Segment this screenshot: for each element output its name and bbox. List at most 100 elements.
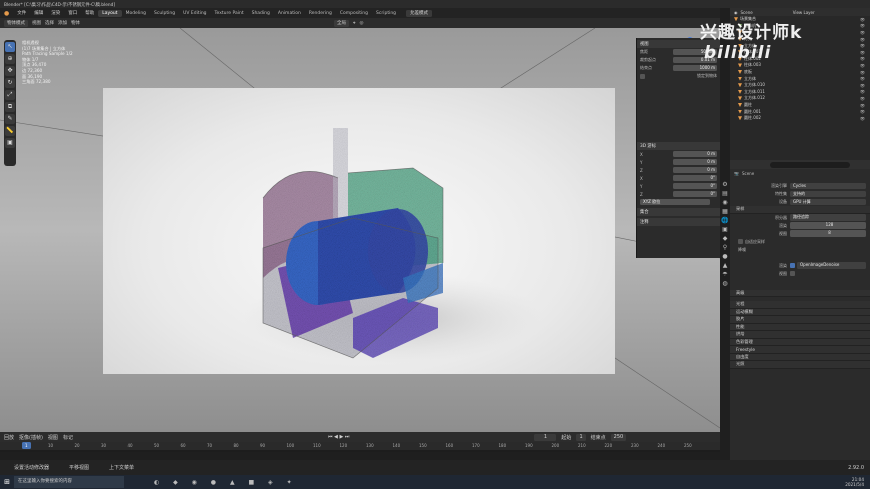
menu-edit[interactable]: 编辑 xyxy=(30,10,47,16)
tab-sculpting[interactable]: Sculpting xyxy=(150,10,179,17)
mode-dropdown[interactable]: 物体模式 xyxy=(4,19,28,27)
transform-orientation[interactable]: 全局 xyxy=(334,19,349,27)
outliner-item[interactable]: 立方体 👁 xyxy=(730,75,870,82)
section-advanced[interactable]: 高级 xyxy=(730,289,870,297)
cursor-x-field[interactable]: 0 m xyxy=(673,151,717,157)
visibility-icon[interactable]: 👁 xyxy=(860,103,865,108)
visibility-icon[interactable]: 👁 xyxy=(860,76,865,81)
timeline-view-menu[interactable]: 视图 xyxy=(48,434,58,441)
menu-window[interactable]: 窗口 xyxy=(64,10,81,16)
lock-checkbox[interactable] xyxy=(640,73,645,79)
menu-add[interactable]: 添加 xyxy=(58,20,67,26)
visibility-icon[interactable]: 👁 xyxy=(860,89,865,94)
property-section[interactable]: 烘焙 xyxy=(730,331,870,339)
cursor-ry-field[interactable]: 0° xyxy=(673,183,717,189)
timeline-keying-menu[interactable]: 抠像(插帧) xyxy=(19,434,43,441)
denoise-render-checkbox[interactable] xyxy=(790,263,795,268)
tab-compositing[interactable]: Compositing xyxy=(336,10,372,17)
visibility-icon[interactable]: 👁 xyxy=(860,96,865,101)
cursor-icon[interactable]: ⊕ xyxy=(5,54,15,64)
tab-scripting[interactable]: Scripting xyxy=(372,10,400,17)
render-tab-icon[interactable]: ⚙ ▤ ◉ ▦ 🌐 ▣ ◆ ⚲ ● ▲ ☂ ◍ xyxy=(720,180,730,288)
menu-file[interactable]: 文件 xyxy=(13,10,30,16)
start-frame-field[interactable]: 1 xyxy=(576,433,586,441)
rotate-icon[interactable]: ↻ xyxy=(5,78,15,88)
section-collections[interactable]: 集合 xyxy=(637,208,720,216)
annotate-icon[interactable]: ✎ xyxy=(5,114,15,124)
outliner-item[interactable]: 底板 👁 xyxy=(730,69,870,76)
visibility-icon[interactable]: 👁 xyxy=(860,109,865,114)
snap-icon[interactable]: ⌖ xyxy=(353,20,356,26)
cursor-y-field[interactable]: 0 m xyxy=(673,159,717,165)
taskbar-apps-icon[interactable]: ◐ ◆ ◉ ● ▲ ■ ◈ ✦ xyxy=(154,479,298,486)
denoise-view-checkbox[interactable] xyxy=(790,271,795,276)
property-section[interactable]: 光程 xyxy=(730,301,870,309)
rotation-mode-dropdown[interactable]: XYZ 欧拉 xyxy=(640,199,710,205)
visibility-icon[interactable]: 👁 xyxy=(860,70,865,75)
add-cube-icon[interactable]: ▣ xyxy=(5,138,15,148)
adaptive-checkbox[interactable] xyxy=(738,239,743,244)
cursor-z-field[interactable]: 0 m xyxy=(673,167,717,173)
end-frame-field[interactable]: 250 xyxy=(610,433,627,441)
property-section[interactable]: 自由度 xyxy=(730,353,870,361)
section-sampling[interactable]: 采样 xyxy=(730,206,870,214)
device-dropdown[interactable]: GPU 计算 xyxy=(790,198,866,206)
section-3d-cursor[interactable]: 3D 游标 xyxy=(637,142,720,150)
menu-view[interactable]: 视图 xyxy=(32,20,41,26)
render-samples-field[interactable]: 128 xyxy=(790,222,866,229)
tab-shading[interactable]: Shading xyxy=(248,10,274,17)
proportional-icon[interactable]: ◎ xyxy=(360,21,364,26)
move-icon[interactable]: ✥ xyxy=(5,66,15,76)
property-section[interactable]: Freestyle xyxy=(730,346,870,354)
timeline-playback-menu[interactable]: 回放 xyxy=(4,434,14,441)
property-section[interactable]: 胶片 xyxy=(730,316,870,324)
cursor-rx-field[interactable]: 0° xyxy=(673,175,717,181)
property-section[interactable]: 性能 xyxy=(730,323,870,331)
outliner-item[interactable]: 圆柱.001 👁 xyxy=(730,108,870,115)
outliner-item[interactable]: 圆柱.002 👁 xyxy=(730,115,870,122)
viewport-samples-field[interactable]: 8 xyxy=(790,230,866,237)
section-annotations[interactable]: 注释 xyxy=(637,218,720,226)
play-controls-icon[interactable]: ⏮ ◀ ▶ ⏭ xyxy=(328,434,349,440)
outliner-item[interactable]: 立方体.010 👁 xyxy=(730,82,870,89)
denoise-render-dropdown[interactable]: OpenImageDenoise xyxy=(797,262,866,269)
menu-render[interactable]: 渲染 xyxy=(47,10,64,16)
mode-badge[interactable]: 允差模式 xyxy=(406,9,433,17)
windows-start-icon[interactable]: ⊞ xyxy=(0,478,14,486)
property-section[interactable]: 光照 xyxy=(730,361,870,369)
property-section[interactable]: 色彩管理 xyxy=(730,338,870,346)
taskbar-search[interactable]: 在这里输入你要搜索的内容 xyxy=(14,476,124,488)
timeline-ruler[interactable]: 1 10 20 30 40 50 60 70 80 90 100 110 120 130 140 150 16… xyxy=(0,442,720,450)
visibility-icon[interactable]: 👁 xyxy=(860,63,865,68)
cursor-rz-field[interactable]: 0° xyxy=(673,191,717,197)
outliner-item[interactable]: 圆柱 👁 xyxy=(730,102,870,109)
tab-animation[interactable]: Animation xyxy=(274,10,305,17)
3d-viewport[interactable]: ↖ ⊕ ✥ ↻ ⤢ ⧉ ✎ 📏 ▣ 相机透视 (1)7 场景集合 | 立方体 P… xyxy=(0,28,720,432)
measure-icon[interactable]: 📏 xyxy=(5,126,15,136)
playhead[interactable]: 1 xyxy=(22,442,31,449)
property-section[interactable]: 运动模糊 xyxy=(730,308,870,316)
current-frame-field[interactable]: 1 xyxy=(534,433,557,441)
scene-selector[interactable]: Scene xyxy=(741,10,753,15)
transform-icon[interactable]: ⧉ xyxy=(5,102,15,112)
integrator-dropdown[interactable]: 路径追踪 xyxy=(790,214,866,221)
clip-end-field[interactable]: 1000 m xyxy=(673,65,717,71)
visibility-icon[interactable]: 👁 xyxy=(860,116,865,121)
tab-layout[interactable]: Layout xyxy=(98,9,122,17)
tab-texture-paint[interactable]: Texture Paint xyxy=(211,10,248,17)
outliner-item[interactable]: 柱体.003 👁 xyxy=(730,62,870,69)
tab-rendering[interactable]: Rendering xyxy=(305,10,336,17)
timeline-marker-menu[interactable]: 标记 xyxy=(63,434,73,441)
denoise-header[interactable]: 降噪 xyxy=(738,247,746,253)
select-box-icon[interactable]: ↖ xyxy=(5,42,15,52)
tab-uv-editing[interactable]: UV Editing xyxy=(179,10,210,17)
tab-modeling[interactable]: Modeling xyxy=(122,10,150,17)
view-layer-selector[interactable]: View Layer xyxy=(793,10,815,15)
render-engine-dropdown[interactable]: Cycles xyxy=(790,182,866,190)
blender-logo-icon[interactable]: ● xyxy=(0,10,13,17)
outliner-item[interactable]: 立方体.012 👁 xyxy=(730,95,870,102)
props-search[interactable] xyxy=(730,160,870,169)
timeline-track[interactable] xyxy=(0,452,720,460)
visibility-icon[interactable]: 👁 xyxy=(860,83,865,88)
feature-set-dropdown[interactable]: 支持的 xyxy=(790,190,866,198)
